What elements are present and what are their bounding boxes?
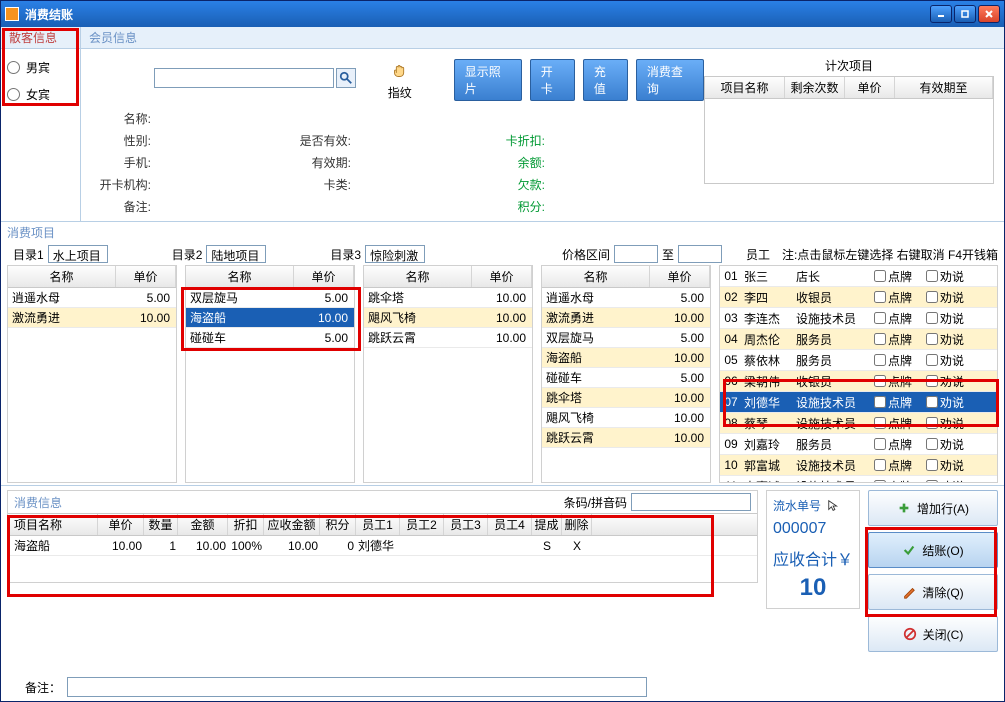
dianpai-checkbox[interactable]	[874, 417, 886, 429]
employee-row[interactable]: 10郭富城设施技术员点牌劝说	[720, 455, 997, 476]
employee-row[interactable]: 02李四收银员点牌劝说	[720, 287, 997, 308]
list-item[interactable]: 海盗船10.00	[542, 348, 710, 368]
list-item[interactable]: 碰碰车5.00	[542, 368, 710, 388]
search-icon	[339, 71, 353, 85]
forbidden-icon	[903, 627, 917, 641]
list-item[interactable]: 逍遥水母5.00	[542, 288, 710, 308]
list-item[interactable]: 跳跃云霄10.00	[542, 428, 710, 448]
quanshuo-checkbox[interactable]	[926, 375, 938, 387]
list-item[interactable]: 飓风飞椅10.00	[542, 408, 710, 428]
dianpai-checkbox[interactable]	[874, 291, 886, 303]
count-title: 计次项目	[704, 55, 994, 76]
employee-row[interactable]: 04周杰伦服务员点牌劝说	[720, 329, 997, 350]
consume-items-title: 消费项目	[7, 224, 998, 241]
employee-row[interactable]: 09刘嘉玲服务员点牌劝说	[720, 434, 997, 455]
dianpai-checkbox[interactable]	[874, 375, 886, 387]
add-row-button[interactable]: 增加行(A)	[868, 490, 998, 526]
quanshuo-checkbox[interactable]	[926, 354, 938, 366]
list-item[interactable]: 海盗船10.00	[186, 308, 354, 328]
close-panel-button[interactable]: 关闭(C)	[868, 616, 998, 652]
item-list-all[interactable]: 名称单价 逍遥水母5.00激流勇进10.00双层旋马5.00海盗船10.00碰碰…	[541, 265, 711, 483]
quanshuo-checkbox[interactable]	[926, 438, 938, 450]
search-card-button[interactable]	[336, 68, 356, 88]
cardno-input[interactable]	[154, 68, 334, 88]
radio-female[interactable]: 女宾	[7, 86, 74, 103]
pencil-icon	[902, 585, 916, 599]
list-item[interactable]: 碰碰车5.00	[186, 328, 354, 348]
dianpai-checkbox[interactable]	[874, 480, 886, 483]
dianpai-checkbox[interactable]	[874, 354, 886, 366]
summary-panel: 流水单号 000007 应收合计￥ 10	[766, 490, 860, 609]
quanshuo-checkbox[interactable]	[926, 333, 938, 345]
serial-value: 000007	[773, 520, 853, 538]
employee-row[interactable]: 11李嘉诚设施技术员点牌劝说	[720, 476, 997, 483]
member-panel-title: 会员信息	[81, 27, 1004, 49]
remark-label: 备注：	[25, 679, 61, 696]
quanshuo-checkbox[interactable]	[926, 291, 938, 303]
total-value: 10	[773, 574, 853, 602]
show-photo-button[interactable]: 显示照片	[454, 59, 522, 101]
count-table: 项目名称 剩余次数 单价 有效期至	[704, 76, 994, 184]
radio-male[interactable]: 男宾	[7, 59, 74, 76]
dianpai-checkbox[interactable]	[874, 270, 886, 282]
employee-row[interactable]: 03李连杰设施技术员点牌劝说	[720, 308, 997, 329]
cat3-input[interactable]: 惊险刺激	[365, 245, 425, 263]
consume-row[interactable]: 海盗船10.00110.00100%10.000刘德华SX	[8, 536, 757, 556]
open-card-button[interactable]: 开卡	[530, 59, 575, 101]
price-from-input[interactable]	[614, 245, 658, 263]
cat1-input[interactable]: 水上项目	[48, 245, 108, 263]
quanshuo-checkbox[interactable]	[926, 480, 938, 483]
minimize-button[interactable]	[930, 5, 952, 23]
employee-row[interactable]: 01张三店长点牌劝说	[720, 266, 997, 287]
remark-input[interactable]	[67, 677, 647, 697]
dianpai-checkbox[interactable]	[874, 396, 886, 408]
employee-row[interactable]: 08蔡琴设施技术员点牌劝说	[720, 413, 997, 434]
list-item[interactable]: 跳伞塔10.00	[364, 288, 532, 308]
employee-list[interactable]: 01张三店长点牌劝说02李四收银员点牌劝说03李连杰设施技术员点牌劝说04周杰伦…	[719, 265, 998, 483]
price-to-input[interactable]	[678, 245, 722, 263]
list-item[interactable]: 双层旋马5.00	[186, 288, 354, 308]
list-item[interactable]: 跳伞塔10.00	[542, 388, 710, 408]
item-list-2[interactable]: 名称单价 双层旋马5.00海盗船10.00碰碰车5.00	[185, 265, 355, 483]
cursor-icon	[827, 499, 841, 513]
item-list-1[interactable]: 名称单价 逍遥水母5.00激流勇进10.00	[7, 265, 177, 483]
list-item[interactable]: 激流勇进10.00	[8, 308, 176, 328]
maximize-button[interactable]	[954, 5, 976, 23]
list-item[interactable]: 激流勇进10.00	[542, 308, 710, 328]
dianpai-checkbox[interactable]	[874, 312, 886, 324]
quanshuo-checkbox[interactable]	[926, 459, 938, 471]
quanshuo-checkbox[interactable]	[926, 270, 938, 282]
titlebar: 消费结账	[1, 1, 1004, 27]
quanshuo-checkbox[interactable]	[926, 312, 938, 324]
clear-button[interactable]: 清除(Q)	[868, 574, 998, 610]
employee-row[interactable]: 05蔡依林服务员点牌劝说	[720, 350, 997, 371]
dianpai-checkbox[interactable]	[874, 438, 886, 450]
employee-row[interactable]: 06梁朝伟收银员点牌劝说	[720, 371, 997, 392]
cat2-input[interactable]: 陆地项目	[206, 245, 266, 263]
cardno-label: 卡号:	[91, 70, 146, 87]
list-item[interactable]: 双层旋马5.00	[542, 328, 710, 348]
item-list-3[interactable]: 名称单价 跳伞塔10.00飓风飞椅10.00跳跃云霄10.00	[363, 265, 533, 483]
fingerprint-icon	[389, 60, 411, 82]
recharge-button[interactable]: 充值	[583, 59, 628, 101]
finger-label: 指纹	[388, 84, 412, 101]
check-icon	[902, 543, 916, 557]
consume-info-title: 消费信息	[14, 494, 62, 511]
list-item[interactable]: 跳跃云霄10.00	[364, 328, 532, 348]
quanshuo-checkbox[interactable]	[926, 417, 938, 429]
plus-icon	[897, 501, 911, 515]
quanshuo-checkbox[interactable]	[926, 396, 938, 408]
dianpai-checkbox[interactable]	[874, 459, 886, 471]
guest-panel-title: 散客信息	[1, 27, 80, 49]
close-button[interactable]	[978, 5, 1000, 23]
app-icon	[5, 7, 19, 21]
consume-query-button[interactable]: 消费查询	[636, 59, 704, 101]
barcode-input[interactable]	[631, 493, 751, 511]
list-item[interactable]: 逍遥水母5.00	[8, 288, 176, 308]
window-title: 消费结账	[25, 6, 73, 23]
employee-row[interactable]: 07刘德华设施技术员点牌劝说	[720, 392, 997, 413]
dianpai-checkbox[interactable]	[874, 333, 886, 345]
checkout-button[interactable]: 结账(O)	[868, 532, 998, 568]
list-item[interactable]: 飓风飞椅10.00	[364, 308, 532, 328]
